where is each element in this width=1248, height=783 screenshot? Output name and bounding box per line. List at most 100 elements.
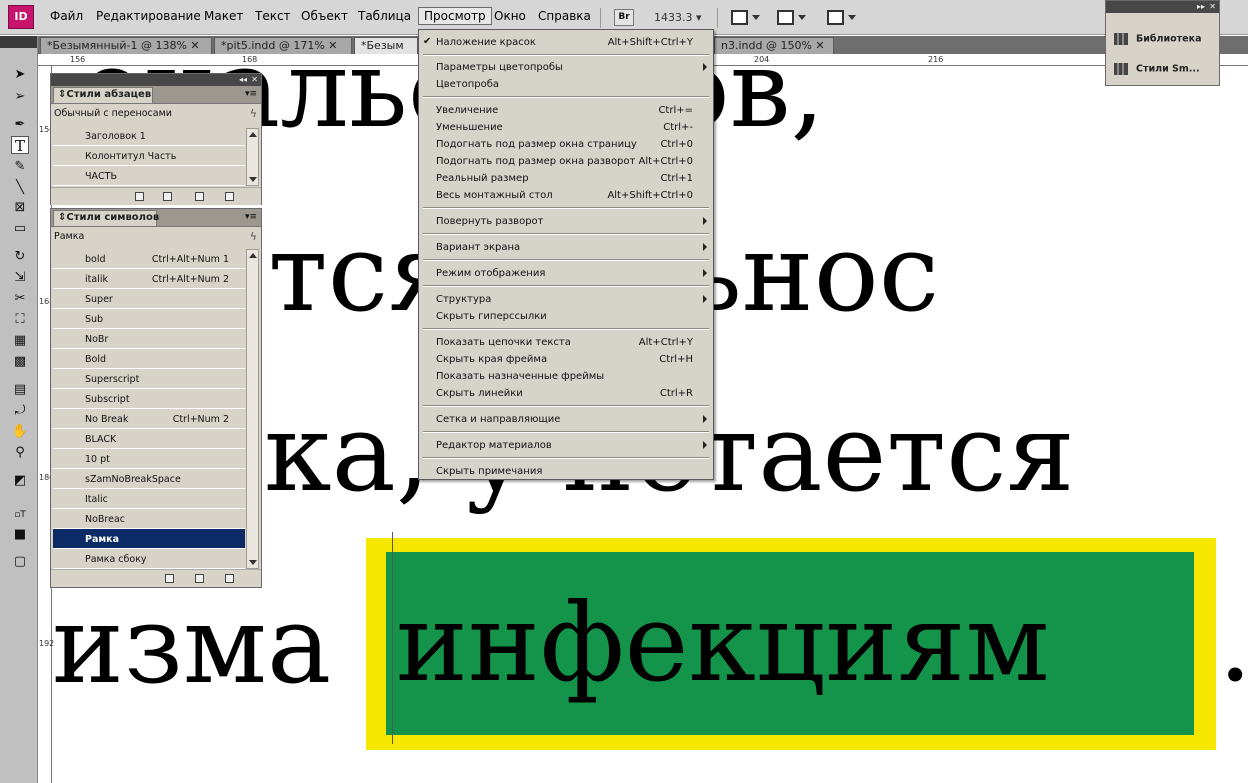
apply-color-button[interactable]: ■ (11, 526, 29, 544)
scrollbar[interactable] (246, 128, 259, 186)
formatting-container-toggle[interactable]: ▫T (11, 506, 29, 524)
menu-item[interactable]: Цветопроба (419, 76, 713, 92)
menu-1[interactable]: Редактирование (96, 9, 201, 23)
bridge-button[interactable]: Br (614, 9, 634, 26)
menu-item[interactable]: Структура (419, 291, 713, 307)
rectangle-frame-tool[interactable]: ⊠ (11, 199, 29, 217)
menu-item[interactable]: Скрыть гиперссылки (419, 308, 713, 324)
pencil-tool[interactable]: ✎ (11, 158, 29, 176)
menu-item[interactable]: Показать назначенные фреймы (419, 368, 713, 384)
list-item[interactable]: Sub (53, 309, 245, 329)
pen-tool[interactable]: ✒ (11, 116, 29, 134)
list-item[interactable]: 10 pt (53, 449, 245, 469)
line-tool[interactable]: ╲ (11, 179, 29, 197)
view-mode-button[interactable]: ▢ (11, 553, 29, 571)
list-item[interactable]: NoBr (53, 329, 245, 349)
view-options-button[interactable] (730, 9, 760, 27)
menu-0[interactable]: Файл (50, 9, 83, 23)
list-item[interactable]: Заголовок 1 (53, 126, 245, 146)
panel-menu-icon[interactable]: ▾≡ (245, 212, 257, 222)
scissors-tool[interactable]: ✂ (11, 290, 29, 308)
scroll-up-icon[interactable] (249, 132, 257, 137)
scale-tool[interactable]: ⇲ (11, 269, 29, 287)
new-style-icon[interactable] (195, 574, 204, 583)
expand-icon[interactable]: ▸▸ (1197, 1, 1205, 13)
scroll-down-icon[interactable] (249, 177, 257, 182)
menu-item[interactable]: Вариант экрана (419, 239, 713, 255)
menu-item[interactable]: Режим отображения (419, 265, 713, 281)
zoom-level[interactable]: 1433.3 ▾ (654, 11, 702, 24)
list-item[interactable]: NoBreac (53, 509, 245, 529)
menu-item[interactable]: Уменьшение Ctrl+- (419, 119, 713, 135)
arrange-documents-button[interactable] (826, 9, 856, 27)
menu-item[interactable]: Скрыть линейки Ctrl+R (419, 385, 713, 401)
trash-icon[interactable] (225, 192, 234, 201)
close-icon[interactable]: ✕ (1209, 1, 1216, 13)
clear-overrides-icon[interactable] (163, 192, 172, 201)
rotate-tool[interactable]: ↻ (11, 248, 29, 266)
list-item[interactable]: Super (53, 289, 245, 309)
library-item[interactable]: Библиотека (1114, 33, 1201, 45)
type-tool[interactable]: T (11, 136, 29, 155)
collapse-icon[interactable]: ◂◂ (239, 74, 247, 86)
folder-icon[interactable] (165, 574, 174, 583)
hand-tool[interactable]: ✋ (11, 423, 29, 441)
menu-item[interactable]: Реальный размер Ctrl+1 (419, 170, 713, 186)
menu-item[interactable]: Увеличение Ctrl+= (419, 102, 713, 118)
menu-item[interactable]: Повернуть разворот (419, 213, 713, 229)
list-item[interactable]: sZamNoBreakSpace (53, 469, 245, 489)
new-style-icon[interactable] (195, 192, 204, 201)
list-item[interactable]: Рамка сбоку (53, 549, 245, 569)
selection-tool[interactable]: ➤ (11, 66, 29, 84)
rectangle-tool[interactable]: ▭ (11, 220, 29, 238)
menu-item[interactable]: Подогнать под размер окна разворот Alt+Ct… (419, 153, 713, 169)
menu-4[interactable]: Объект (301, 9, 348, 23)
list-item[interactable]: ЧАСТЬ (53, 166, 245, 186)
menu-item[interactable]: Редактор материалов (419, 437, 713, 453)
list-item[interactable]: Italic (53, 489, 245, 509)
list-item[interactable]: bold Ctrl+Alt+Num 1 (53, 249, 245, 269)
list-item[interactable]: Bold (53, 349, 245, 369)
list-item[interactable]: Колонтитул Часть (53, 146, 245, 166)
list-item[interactable]: Superscript (53, 369, 245, 389)
tab-character-styles[interactable]: ⇕Стили символов (53, 210, 159, 226)
menu-item[interactable]: Параметры цветопробы (419, 59, 713, 75)
zoom-tool[interactable]: ⚲ (11, 444, 29, 462)
menu-8[interactable]: Справка (538, 9, 591, 23)
free-transform-tool[interactable]: ⛶ (11, 311, 29, 329)
styles-item[interactable]: Стили Sm... (1114, 63, 1200, 75)
scroll-down-icon[interactable] (249, 560, 257, 565)
list-item[interactable]: No Break Ctrl+Num 2 (53, 409, 245, 429)
trash-icon[interactable] (225, 574, 234, 583)
scroll-up-icon[interactable] (249, 253, 257, 258)
menu-item[interactable]: Скрыть примечания (419, 463, 713, 479)
screen-mode-button[interactable] (776, 9, 806, 27)
menu-item[interactable]: ✔ Наложение красок Alt+Shift+Ctrl+Y (419, 34, 713, 50)
toolbox-header[interactable] (0, 36, 37, 48)
list-item[interactable]: italik Ctrl+Alt+Num 2 (53, 269, 245, 289)
menu-item[interactable]: Показать цепочки текста Alt+Ctrl+Y (419, 334, 713, 350)
menu-6[interactable]: Просмотр (418, 7, 492, 25)
tab-paragraph-styles[interactable]: ⇕Стили абзацев (53, 87, 153, 103)
panel-menu-icon[interactable]: ▾≡ (245, 89, 257, 99)
panel-title-bar[interactable]: ▸▸ ✕ (1106, 1, 1219, 13)
folder-icon[interactable] (135, 192, 144, 201)
menu-3[interactable]: Текст (255, 9, 291, 23)
menu-item[interactable]: Сетка и направляющие (419, 411, 713, 427)
scrollbar[interactable] (246, 249, 259, 569)
fill-stroke-swatch[interactable]: ◩ (11, 472, 29, 490)
close-icon[interactable]: ✕ (251, 74, 258, 86)
menu-5[interactable]: Таблица (358, 9, 411, 23)
gradient-tool[interactable]: ▦ (11, 332, 29, 350)
note-tool[interactable]: ▤ (11, 381, 29, 399)
menu-2[interactable]: Макет (204, 9, 243, 23)
list-item[interactable]: Рамка (53, 529, 245, 549)
panel-title-bar[interactable]: ◂◂ ✕ (51, 74, 261, 86)
menu-item[interactable]: Подогнать под размер окна страницу Ctrl+0 (419, 136, 713, 152)
direct-selection-tool[interactable]: ➢ (11, 88, 29, 106)
list-item[interactable]: BLACK (53, 429, 245, 449)
menu-item[interactable]: Весь монтажный стол Alt+Shift+Ctrl+0 (419, 187, 713, 203)
list-item[interactable]: Subscript (53, 389, 245, 409)
menu-7[interactable]: Окно (494, 9, 526, 23)
gradient-feather-tool[interactable]: ▩ (11, 353, 29, 371)
